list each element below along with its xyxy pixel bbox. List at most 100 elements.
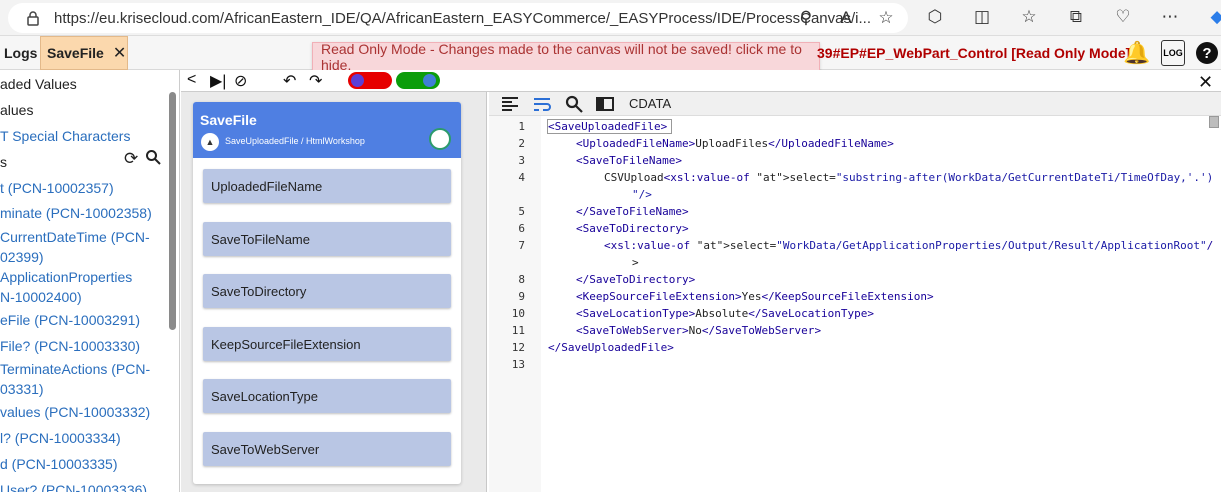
sidebar-scrollbar[interactable]: [169, 92, 176, 330]
debug-toggle[interactable]: [396, 72, 440, 89]
xml-editor[interactable]: CDATA 1 2 3 4 5 6 7 8 9 10 11 12 13 <Sav…: [489, 92, 1221, 492]
line-number: 8: [518, 273, 525, 286]
list-item[interactable]: N-10002400): [0, 287, 82, 307]
extensions-icon[interactable]: ⬡: [925, 7, 945, 27]
copilot-icon[interactable]: ◆: [1207, 7, 1221, 27]
code-line[interactable]: </SaveUploadedFile>: [548, 339, 674, 356]
close-icon[interactable]: ✕: [1198, 72, 1213, 93]
node-field[interactable]: SaveToWebServer: [203, 432, 451, 466]
list-item[interactable]: s: [0, 152, 7, 172]
node-field[interactable]: SaveToDirectory: [203, 274, 451, 308]
node-field[interactable]: KeepSourceFileExtension: [203, 327, 451, 361]
tab-logs[interactable]: Logs: [4, 45, 37, 61]
undo-icon[interactable]: ↶: [283, 71, 296, 91]
code-line[interactable]: <KeepSourceFileExtension>Yes</KeepSource…: [576, 288, 934, 305]
cdata-button[interactable]: CDATA: [629, 96, 671, 111]
read-aloud-icon[interactable]: A: [836, 8, 856, 28]
line-number: 13: [511, 358, 525, 371]
lock-icon[interactable]: [25, 10, 41, 26]
browser-toolbar: https://eu.krisecloud.com/AfricanEastern…: [0, 0, 1221, 36]
action-node[interactable]: SaveFile ▲ SaveUploadedFile / HtmlWorksh…: [193, 102, 461, 484]
list-item[interactable]: eFile (PCN-10003291): [0, 310, 140, 330]
tab-savefile-label: SaveFile: [47, 45, 104, 61]
back-icon[interactable]: <: [187, 71, 196, 89]
code-line[interactable]: <SaveLocationType>Absolute</SaveLocation…: [576, 305, 874, 322]
line-number: 5: [518, 205, 525, 218]
list-item[interactable]: l? (PCN-10003334): [0, 428, 121, 448]
favorite-star-icon[interactable]: ☆: [876, 8, 896, 28]
refresh-icon[interactable]: ⟳: [124, 149, 138, 169]
code-line[interactable]: </SaveToDirectory>: [576, 271, 695, 288]
node-field[interactable]: UploadedFileName: [203, 169, 451, 203]
search-icon[interactable]: [565, 95, 583, 113]
list-item[interactable]: CurrentDateTime (PCN-: [0, 227, 150, 247]
list-item[interactable]: values (PCN-10003332): [0, 402, 150, 422]
log-icon[interactable]: LOG: [1161, 40, 1185, 66]
list-item[interactable]: minate (PCN-10002358): [0, 203, 152, 223]
list-item[interactable]: alues: [0, 100, 33, 120]
format-icon[interactable]: [501, 95, 519, 113]
step-icon[interactable]: ▶|: [210, 71, 226, 91]
favorites-icon[interactable]: ☆: [1019, 7, 1039, 27]
code-line[interactable]: <SaveToWebServer>No</SaveToWebServer>: [576, 322, 821, 339]
code-line[interactable]: "/>: [632, 186, 652, 203]
process-title: 39#EP#EP_WebPart_Control [Read Only Mode…: [817, 45, 1131, 61]
wrap-icon[interactable]: [533, 95, 551, 113]
list-item[interactable]: 03331): [0, 379, 44, 399]
code-line[interactable]: <SaveUploadedFile>: [548, 118, 667, 135]
list-item[interactable]: User? (PCN-10003336): [0, 480, 147, 492]
editor-scrollbar[interactable]: [1209, 116, 1219, 128]
node-subtitle: SaveUploadedFile / HtmlWorkshop: [225, 136, 365, 146]
canvas-toolbar: < ▶| ⊘ ↶ ↷: [181, 70, 1221, 92]
line-number: 10: [511, 307, 525, 320]
tab-savefile[interactable]: SaveFile ✕: [40, 36, 128, 70]
code-line[interactable]: </SaveToFileName>: [576, 203, 689, 220]
line-number: 9: [518, 290, 525, 303]
collapse-icon[interactable]: ▲: [201, 133, 219, 151]
code-line[interactable]: <UploadedFileName>UploadFiles</UploadedF…: [576, 135, 894, 152]
panel-icon[interactable]: [596, 95, 614, 113]
bell-icon[interactable]: 🔔: [1123, 40, 1150, 66]
line-number: 11: [511, 324, 525, 337]
collections-icon[interactable]: ⧉: [1066, 7, 1086, 27]
url-text[interactable]: https://eu.krisecloud.com/AfricanEastern…: [54, 10, 871, 27]
list-item[interactable]: T Special Characters: [0, 126, 130, 146]
list-item[interactable]: t (PCN-10002357): [0, 178, 114, 198]
node-header[interactable]: SaveFile ▲ SaveUploadedFile / HtmlWorksh…: [193, 102, 461, 158]
list-item[interactable]: File? (PCN-10003330): [0, 336, 140, 356]
stop-icon[interactable]: ⊘: [234, 71, 247, 91]
list-item[interactable]: d (PCN-10003335): [0, 454, 118, 474]
address-bar[interactable]: https://eu.krisecloud.com/AfricanEastern…: [8, 3, 908, 33]
line-number: 1: [518, 120, 525, 133]
more-icon[interactable]: ⋯: [1160, 7, 1180, 27]
process-canvas[interactable]: SaveFile ▲ SaveUploadedFile / HtmlWorksh…: [181, 92, 487, 492]
split-screen-icon[interactable]: ◫: [972, 7, 992, 27]
code-line[interactable]: >: [632, 254, 639, 271]
health-icon[interactable]: ♡: [1113, 7, 1133, 27]
readonly-banner[interactable]: Read Only Mode - Changes made to the can…: [312, 41, 820, 73]
help-icon[interactable]: ?: [1196, 42, 1218, 64]
code-area[interactable]: <SaveUploadedFile> <UploadedFileName>Uplo…: [548, 116, 1213, 492]
list-item[interactable]: TerminateActions (PCN-: [0, 359, 150, 379]
list-item[interactable]: ApplicationProperties: [0, 267, 132, 287]
redo-icon[interactable]: ↷: [309, 71, 322, 91]
node-field[interactable]: SaveLocationType: [203, 379, 451, 413]
node-field[interactable]: SaveToFileName: [203, 222, 451, 256]
list-item[interactable]: aded Values: [0, 74, 77, 94]
list-item[interactable]: 02399): [0, 247, 44, 267]
code-line[interactable]: <SaveToDirectory>: [576, 220, 689, 237]
line-gutter: 1 2 3 4 5 6 7 8 9 10 11 12 13: [489, 116, 541, 492]
code-line[interactable]: <xsl:value-of "at">select="WorkData/GetA…: [604, 237, 1213, 254]
toggle-knob: [423, 74, 436, 87]
code-line[interactable]: <SaveToFileName>: [576, 152, 682, 169]
line-number: 7: [518, 239, 525, 252]
search-icon[interactable]: [145, 149, 161, 165]
process-sidebar: aded Values alues T Special Characters s…: [0, 70, 180, 492]
globe-icon[interactable]: [429, 128, 451, 150]
code-line[interactable]: CSVUpload<xsl:value-of "at">select="subs…: [604, 169, 1213, 186]
line-number: 2: [518, 137, 525, 150]
zoom-icon[interactable]: ⚲: [796, 8, 816, 28]
breakpoint-toggle[interactable]: [348, 72, 392, 89]
close-icon[interactable]: ✕: [113, 43, 126, 63]
line-number: 12: [511, 341, 525, 354]
